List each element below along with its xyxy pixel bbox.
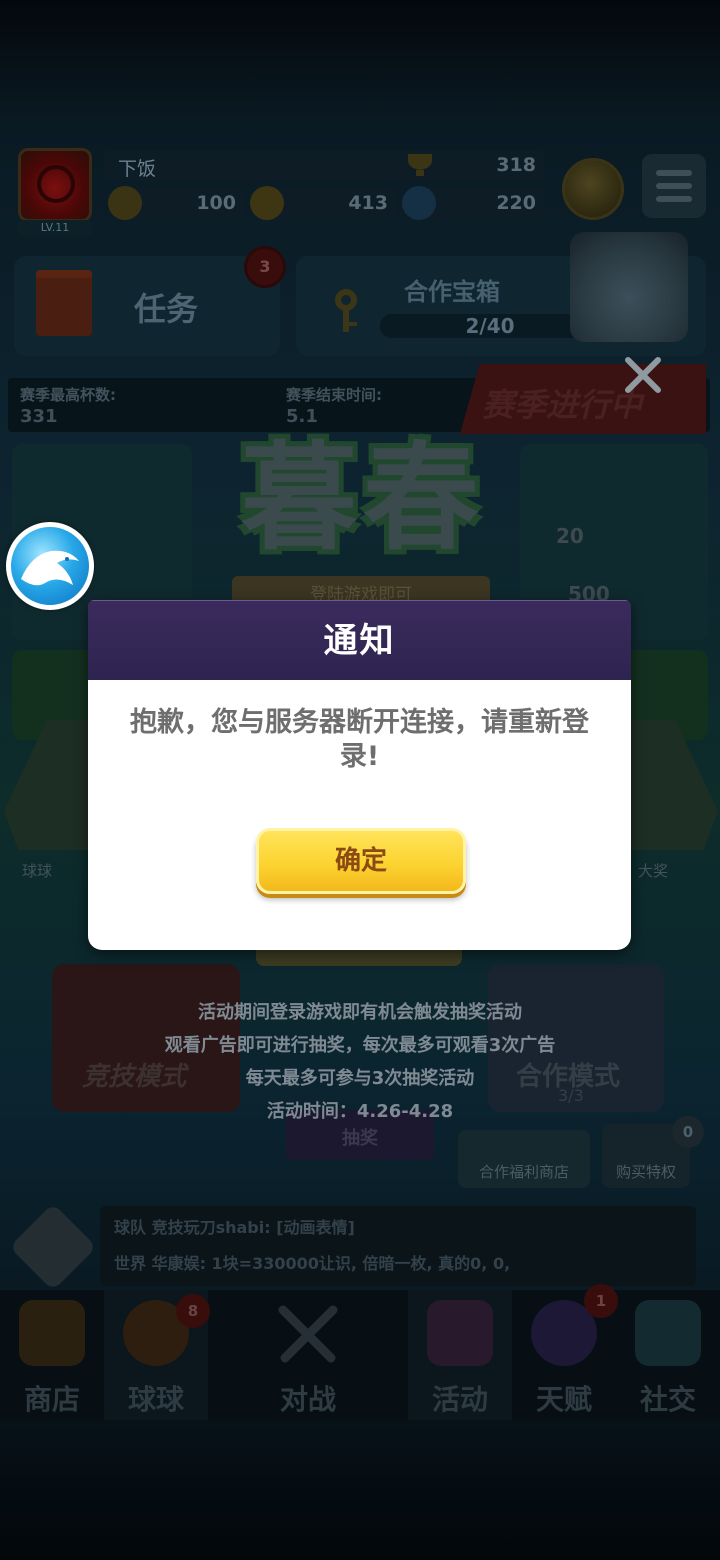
perk-badge: 0 bbox=[672, 1116, 704, 1148]
event-side-label-left: 球球 bbox=[22, 862, 53, 880]
social-chat-icon bbox=[635, 1300, 701, 1366]
coin-counter: 413 bbox=[250, 186, 396, 220]
avatar-face bbox=[37, 165, 75, 203]
chat-icon[interactable] bbox=[9, 1203, 97, 1291]
menu-button[interactable] bbox=[642, 154, 706, 218]
event-line-3: 每天最多可参与3次抽奖活动 bbox=[245, 1068, 475, 1089]
confirm-button[interactable]: 确定 bbox=[256, 828, 466, 894]
trophy-icon bbox=[408, 154, 432, 176]
buy-perk-label: 购买特权 bbox=[615, 1163, 676, 1181]
dialog-header: 通知 bbox=[88, 600, 631, 680]
nav-label-shop: 商店 bbox=[23, 1383, 80, 1416]
gold-coin-button[interactable] bbox=[562, 158, 624, 220]
dialog-title: 通知 bbox=[323, 621, 396, 661]
chat-line-team: 球队 竞技玩刀shabi: [动画表情] bbox=[114, 1218, 355, 1237]
bottom-nav: 商店 球球 8 对战 活动 天赋 1 社交 bbox=[0, 1284, 720, 1420]
crystal-counter: 220 bbox=[402, 186, 544, 220]
dialog-message: 抱歉，您与服务器断开连接，请重新登录! bbox=[130, 707, 589, 772]
season-end-label: 赛季结束时间: bbox=[286, 386, 382, 404]
nav-badge-balls: 8 bbox=[176, 1294, 210, 1328]
dialog-body: 抱歉，您与服务器断开连接，请重新登录! 确定 bbox=[88, 680, 631, 950]
nav-badge-talent: 1 bbox=[584, 1284, 618, 1318]
key-icon bbox=[335, 289, 357, 332]
coin-icon bbox=[250, 186, 284, 220]
game-background: LV.11 下饭 318 100 413 220 任务 3 合作宝箱 2/40 … bbox=[0, 0, 720, 1560]
nav-item-battle[interactable]: 对战 bbox=[208, 1290, 408, 1420]
coop-shop-label: 合作福利商店 bbox=[478, 1163, 569, 1181]
chat-box[interactable]: 球队 竞技玩刀shabi: [动画表情] 世界 华康娱: 1块=330000让识… bbox=[100, 1206, 696, 1286]
player-avatar[interactable] bbox=[18, 148, 92, 222]
chest-progress-bar: 2/40 bbox=[380, 314, 600, 338]
event-reward-top: 20 bbox=[556, 524, 584, 548]
confirm-button-label: 确定 bbox=[334, 846, 387, 876]
nav-label-activity: 活动 bbox=[431, 1383, 488, 1416]
shop-icon bbox=[19, 1300, 85, 1366]
activity-icon bbox=[427, 1300, 493, 1366]
nav-label-balls: 球球 bbox=[127, 1383, 184, 1416]
gem-value: 100 bbox=[196, 192, 236, 214]
event-line-1: 活动期间登录游戏即有机会触发抽奖活动 bbox=[198, 1002, 522, 1023]
chest-title: 合作宝箱 bbox=[404, 278, 500, 306]
crossed-swords-icon bbox=[278, 1305, 338, 1363]
trophy-count: 318 bbox=[496, 154, 536, 176]
close-icon[interactable] bbox=[618, 352, 668, 398]
chat-line-world: 世界 华康娱: 1块=330000让识, 倍暗一枚, 真的0, 0, bbox=[114, 1254, 511, 1273]
player-name-bar: 下饭 318 bbox=[104, 150, 544, 182]
coop-shop-button[interactable]: 合作福利商店 bbox=[458, 1130, 590, 1188]
task-label: 任务 bbox=[134, 290, 199, 328]
nav-label-battle: 对战 bbox=[279, 1383, 336, 1416]
shark-wave-icon bbox=[21, 550, 79, 586]
event-info: 活动期间登录游戏即有机会触发抽奖活动 观看广告即可进行抽奖，每次最多可观看3次广… bbox=[0, 996, 720, 1128]
task-badge: 3 bbox=[244, 246, 286, 288]
season-end-value: 5.1 bbox=[286, 406, 318, 427]
gem-counter: 100 bbox=[108, 186, 244, 220]
crystal-icon bbox=[402, 186, 436, 220]
season-cups-label: 赛季最高杯数: bbox=[20, 386, 116, 404]
task-book-icon bbox=[36, 270, 92, 336]
gem-icon bbox=[108, 186, 142, 220]
season-status-ribbon: 赛季进行中 bbox=[460, 364, 706, 434]
season-cups-value: 331 bbox=[20, 406, 58, 427]
crystal-value: 220 bbox=[496, 192, 536, 214]
event-line-2: 观看广告即可进行抽奖，每次最多可观看3次广告 bbox=[164, 1035, 556, 1056]
notification-dialog: 通知 抱歉，您与服务器断开连接，请重新登录! 确定 bbox=[88, 600, 631, 950]
event-side-label-right: 大奖 bbox=[638, 862, 669, 880]
spring-event-title: 暮春 bbox=[212, 434, 514, 564]
player-level: LV.11 bbox=[18, 220, 92, 236]
nav-item-activity[interactable]: 活动 bbox=[408, 1290, 512, 1420]
nav-label-talent: 天赋 bbox=[535, 1383, 592, 1416]
player-name: 下饭 bbox=[118, 158, 157, 180]
treasure-chest-icon[interactable] bbox=[570, 232, 688, 342]
chest-progress: 2/40 bbox=[465, 314, 515, 338]
nav-item-social[interactable]: 社交 bbox=[616, 1290, 720, 1420]
nav-item-shop[interactable]: 商店 bbox=[0, 1290, 104, 1420]
task-panel[interactable]: 任务 bbox=[14, 256, 280, 356]
nav-label-social: 社交 bbox=[639, 1383, 696, 1416]
spring-event-title-text: 暮春 bbox=[241, 431, 485, 566]
shark-app-icon[interactable] bbox=[6, 522, 94, 610]
coin-value: 413 bbox=[348, 192, 388, 214]
